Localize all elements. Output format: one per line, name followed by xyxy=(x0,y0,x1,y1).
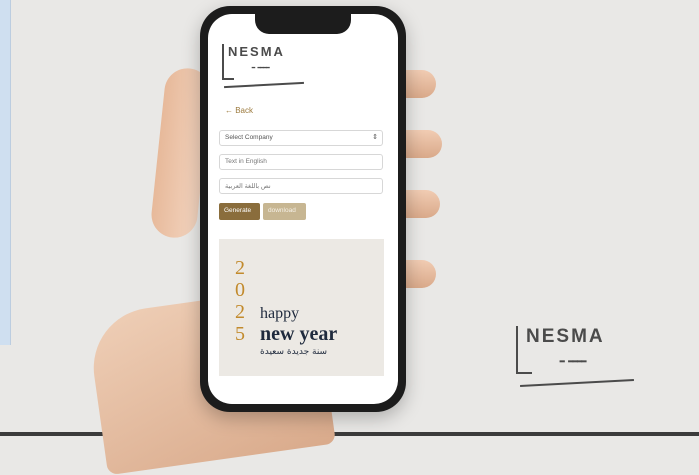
phone-notch xyxy=(255,14,351,34)
brand-logo-text: NESMA xyxy=(526,326,605,347)
logo-arabic-mark: ــــ ـ xyxy=(252,60,270,71)
arabic-text-input[interactable]: نص باللغة العربية xyxy=(219,178,383,194)
background-panel-edge xyxy=(0,0,11,345)
logo-text: NESMA xyxy=(228,44,285,59)
company-select[interactable]: Select Company ⇕ xyxy=(219,130,383,146)
phone-screen: NESMA ــــ ـ ← Back Select Company ⇕ Tex… xyxy=(208,14,398,404)
greeting-card-preview: 2 0 2 5 happy new year سنة جديدة سعيدة xyxy=(219,239,384,376)
logo-underline xyxy=(224,81,304,89)
brand-logo-large: NESMA ــــ ـ xyxy=(516,326,640,388)
year-digit: 0 xyxy=(235,279,245,301)
year-digit: 2 xyxy=(235,301,245,323)
greeting-arabic: سنة جديدة سعيدة xyxy=(260,347,328,357)
english-text-input[interactable]: Text in English xyxy=(219,154,383,170)
greeting-happy: happy xyxy=(260,305,300,322)
back-link[interactable]: ← Back xyxy=(225,106,253,115)
generate-button[interactable]: Generate xyxy=(219,203,260,220)
company-select-value: Select Company xyxy=(225,134,273,141)
brand-logo-arabic-mark: ــــ ـ xyxy=(560,349,587,366)
chevron-updown-icon: ⇕ xyxy=(372,134,378,141)
year-digits: 2 0 2 5 xyxy=(233,257,247,345)
arabic-text-placeholder: نص باللغة العربية xyxy=(225,183,271,190)
app-logo: NESMA ــــ ـ xyxy=(222,44,308,89)
greeting-new-year: new year xyxy=(260,323,338,345)
year-digit: 5 xyxy=(235,323,245,345)
download-button[interactable]: download xyxy=(263,203,306,220)
brand-logo-underline xyxy=(520,379,634,387)
english-text-placeholder: Text in English xyxy=(225,158,267,165)
phone-device: NESMA ــــ ـ ← Back Select Company ⇕ Tex… xyxy=(200,6,406,412)
year-digit: 2 xyxy=(235,257,245,279)
